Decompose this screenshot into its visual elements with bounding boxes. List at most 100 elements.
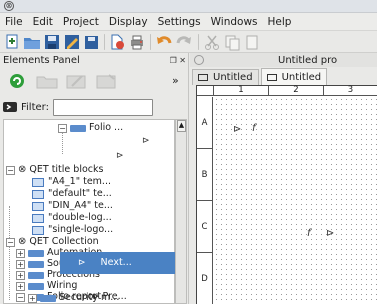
expand-icon[interactable]: + xyxy=(28,293,37,303)
collapse-icon[interactable]: − xyxy=(16,292,25,302)
print-icon[interactable] xyxy=(128,33,146,51)
tree-item-template[interactable]: "default" te... xyxy=(32,188,112,200)
menu-display[interactable]: Display xyxy=(104,16,153,28)
element-symbol-icon: ⊳ xyxy=(142,136,150,146)
menu-settings[interactable]: Settings xyxy=(153,16,206,28)
expand-icon[interactable]: + xyxy=(16,281,25,291)
toolbar-overflow-button[interactable]: » xyxy=(172,74,179,87)
expand-icon[interactable]: + xyxy=(16,248,25,258)
close-project-icon[interactable] xyxy=(108,33,126,51)
tab-folio-2[interactable]: Untitled xyxy=(260,68,328,85)
template-icon xyxy=(32,213,44,223)
tab-label: Untitled xyxy=(281,71,322,83)
new-folder-icon[interactable] xyxy=(34,71,60,91)
filter-input[interactable] xyxy=(52,98,153,116)
tree-item-qet-title-blocks[interactable]: − ⊗ QET title blocks xyxy=(6,164,103,176)
collapse-icon[interactable]: − xyxy=(58,123,67,133)
toolbar-separator xyxy=(198,34,199,50)
tree-item-label: "single-logo... xyxy=(48,224,114,235)
redo-icon[interactable] xyxy=(175,33,193,51)
tree-item-label: "DIN_A4" te... xyxy=(48,200,113,211)
report-element-symbol[interactable]: ⊳ xyxy=(233,124,241,135)
elements-tree[interactable]: − Folio ... ⊳ ⊳ − ⊗ QET title blocks "A4… xyxy=(3,119,175,304)
menu-file[interactable]: File xyxy=(0,16,28,28)
window-titlebar: ⊗ xyxy=(0,0,377,13)
element-label[interactable]: f xyxy=(307,228,311,239)
toolbar-separator xyxy=(150,34,151,50)
tree-item-security[interactable]: + Security m... xyxy=(28,292,119,304)
tree-item-next-report[interactable]: ⊳ Next... xyxy=(60,252,175,274)
tree-item-label: "A4_1" tem... xyxy=(48,176,111,187)
folio-icon xyxy=(266,73,277,81)
tree-item-template[interactable]: "double-log... xyxy=(32,212,112,224)
panel-float-close-controls[interactable]: ❐ ✕ xyxy=(170,56,186,65)
tree-guide-line xyxy=(9,206,10,300)
corner-cell xyxy=(197,86,214,96)
new-project-icon[interactable] xyxy=(3,33,21,51)
element-symbol-icon: ⊳ xyxy=(116,151,124,161)
row-header: C xyxy=(197,201,213,253)
folder-icon xyxy=(40,294,56,302)
menu-help[interactable]: Help xyxy=(263,16,297,28)
tree-item-label: Next... xyxy=(100,257,132,268)
folder-icon xyxy=(28,260,44,268)
menu-project[interactable]: Project xyxy=(58,16,104,28)
copy-icon[interactable] xyxy=(223,33,241,51)
panel-toolbar: » xyxy=(0,67,189,95)
element-label[interactable]: f xyxy=(252,123,256,134)
tree-item-label: QET title blocks xyxy=(29,164,104,175)
row-header: A xyxy=(197,97,213,149)
filter-row: Filter: xyxy=(0,95,189,119)
folder-icon xyxy=(70,124,86,132)
panel-title: Elements Panel xyxy=(3,54,80,66)
tree-item-template[interactable]: "DIN_A4" te... xyxy=(32,200,113,212)
folio-sheet[interactable]: 1 2 3 A B C D ⊳ f f ⊳ xyxy=(196,85,377,304)
save-as-icon[interactable] xyxy=(63,33,81,51)
app-icon[interactable]: ⊗ xyxy=(4,1,14,11)
tree-item-template[interactable]: "single-logo... xyxy=(32,224,113,236)
panel-header: Elements Panel ❐ ✕ xyxy=(0,53,189,67)
tree-item-symbol[interactable]: ⊳ xyxy=(142,135,153,147)
gear-icon: ⊗ xyxy=(18,164,27,175)
column-header: 1 xyxy=(214,86,269,96)
folder-icon xyxy=(28,271,44,279)
tree-item-folio[interactable]: − Folio ... xyxy=(58,122,123,134)
collapse-icon[interactable]: − xyxy=(6,237,15,247)
menu-windows[interactable]: Windows xyxy=(206,16,263,28)
filter-label: Filter: xyxy=(21,101,49,113)
save-icon[interactable] xyxy=(43,33,61,51)
menubar: File Edit Project Display Settings Windo… xyxy=(0,13,377,31)
expand-icon[interactable]: + xyxy=(16,270,25,280)
tree-item-label: Security m... xyxy=(59,292,120,303)
menu-edit[interactable]: Edit xyxy=(28,16,58,28)
cut-icon[interactable] xyxy=(203,33,221,51)
row-header: D xyxy=(197,253,213,304)
tree-scrollbar[interactable]: ▲ xyxy=(175,119,187,304)
delete-element-icon[interactable] xyxy=(94,71,120,91)
tab-folio-1[interactable]: Untitled xyxy=(192,69,259,85)
template-icon xyxy=(32,201,44,211)
column-header: 3 xyxy=(324,86,377,96)
scroll-up-arrow-icon[interactable]: ▲ xyxy=(177,120,186,132)
save-all-icon[interactable] xyxy=(83,33,101,51)
diagram-editor: Untitled pro Untitled Untitled 1 2 3 A B… xyxy=(190,53,377,304)
expand-icon[interactable]: + xyxy=(16,259,25,269)
template-icon xyxy=(32,189,44,199)
tree-item-symbol[interactable]: ⊳ xyxy=(116,150,127,162)
edit-element-icon[interactable] xyxy=(64,71,90,91)
folio-icon xyxy=(198,74,208,81)
paste-icon[interactable] xyxy=(243,33,261,51)
filter-icon xyxy=(3,102,17,112)
editor-header: Untitled pro xyxy=(190,53,377,67)
project-title: Untitled pro xyxy=(278,54,338,66)
undo-icon[interactable] xyxy=(155,33,173,51)
main-toolbar xyxy=(0,31,377,53)
reload-icon[interactable] xyxy=(4,71,30,91)
open-folder-icon[interactable] xyxy=(23,33,41,51)
tree-item-label: "default" te... xyxy=(48,188,112,199)
element-symbol-icon: ⊳ xyxy=(78,258,86,268)
tree-item-template[interactable]: "A4_1" tem... xyxy=(32,176,111,188)
row-header: B xyxy=(197,149,213,201)
report-element-symbol[interactable]: ⊳ xyxy=(326,228,334,239)
collapse-icon[interactable]: − xyxy=(6,165,15,175)
